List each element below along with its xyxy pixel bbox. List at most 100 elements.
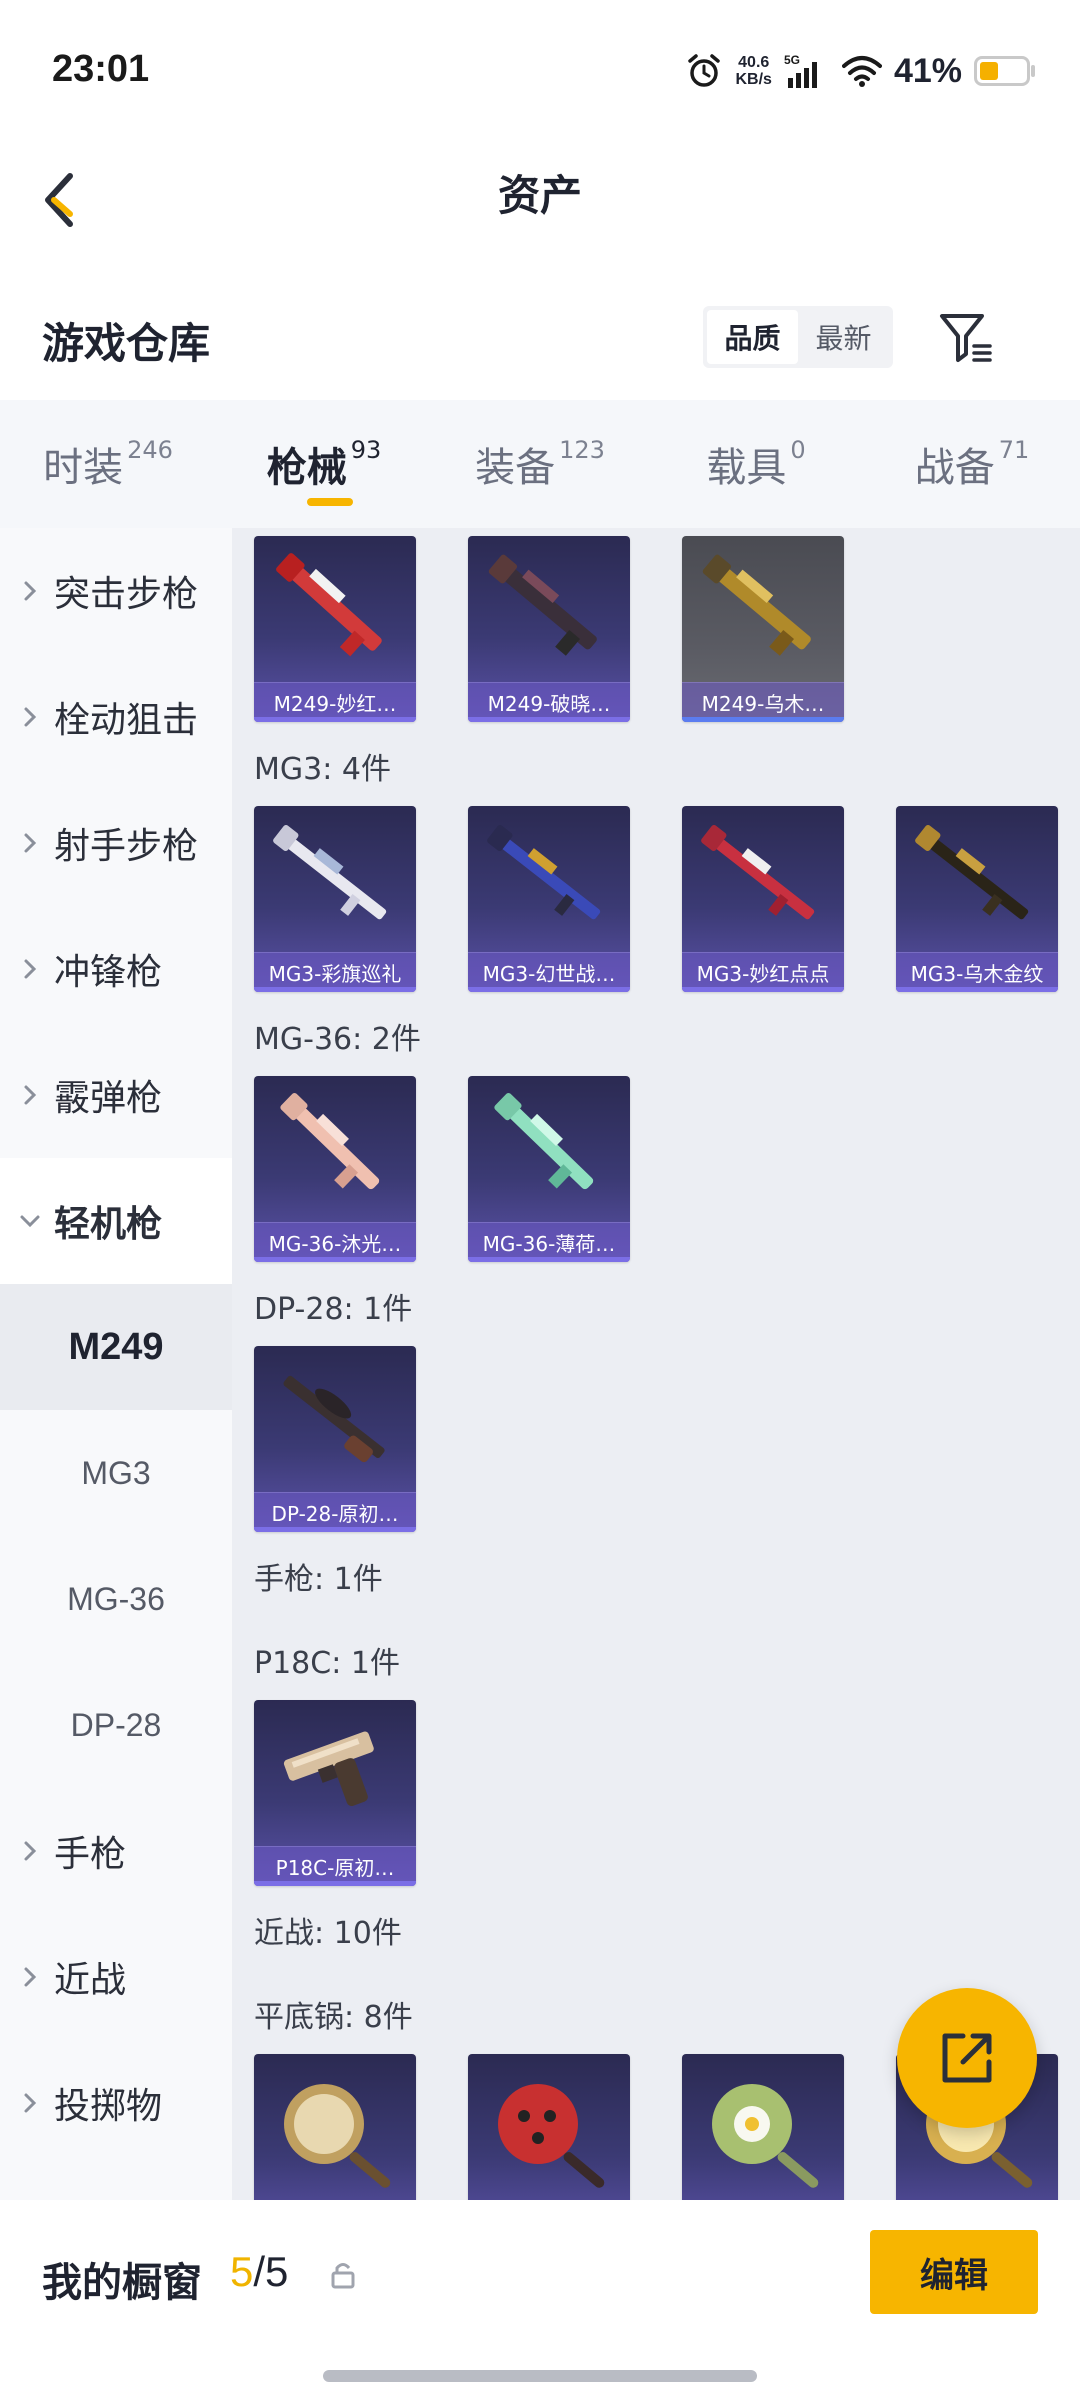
item-grid: M249-妙红… M249-破晓… M249-乌木… MG3: 4件 MG3-彩… xyxy=(232,528,1080,2200)
rarity-bar xyxy=(468,1257,630,1262)
sidebar-item-shotgun[interactable]: 霰弹枪 xyxy=(0,1032,232,1158)
item-name: M249-妙红… xyxy=(254,682,416,722)
sidebar-subitem-mg36[interactable]: MG-36 xyxy=(0,1536,232,1662)
sidebar-item-smg[interactable]: 冲锋枪 xyxy=(0,906,232,1032)
item-card[interactable]: M249-乌木… xyxy=(682,536,844,722)
tab-vehicles[interactable]: 载具 0 xyxy=(648,400,864,528)
rarity-bar xyxy=(896,987,1058,992)
sidebar-item-label: 霰弹枪 xyxy=(54,1078,163,1119)
item-name: M249-乌木… xyxy=(682,682,844,722)
tab-label: 战备 xyxy=(914,445,995,491)
pan-daisy-icon xyxy=(712,2084,819,2188)
sidebar-item-assault-rifle[interactable]: 突击步枪 xyxy=(0,528,232,654)
chevron-right-icon xyxy=(24,581,37,601)
item-card[interactable] xyxy=(468,2054,630,2200)
sort-toggle: 品质 最新 xyxy=(703,306,893,368)
chevron-right-icon xyxy=(24,707,37,727)
status-bar: 23:01 40.6 KB/s 5G 41% xyxy=(0,0,1080,140)
rarity-bar xyxy=(682,717,844,722)
mg-blue-icon xyxy=(487,825,601,920)
sidebar-subitem-m249[interactable]: M249 xyxy=(0,1284,232,1410)
item-name: P18C-原初… xyxy=(254,1846,416,1886)
tab-label: 装备 xyxy=(475,445,556,491)
rifle-peach-icon xyxy=(280,1092,380,1190)
item-card[interactable]: MG3-妙红点点 xyxy=(682,806,844,992)
header: 资产 xyxy=(0,140,1080,260)
chevron-right-icon xyxy=(24,833,37,853)
item-card[interactable]: P18C-原初… xyxy=(254,1700,416,1886)
group-label-p18c: P18C: 1件 xyxy=(254,1646,400,1681)
filter-button[interactable] xyxy=(936,308,996,368)
sidebar-item-lmg[interactable]: 轻机枪 xyxy=(0,1158,232,1284)
sidebar-subitem-mg3[interactable]: MG3 xyxy=(0,1410,232,1536)
rarity-bar xyxy=(254,1257,416,1262)
item-name: MG3-乌木金纹 xyxy=(896,952,1058,992)
item-card[interactable]: MG3-彩旗巡礼 xyxy=(254,806,416,992)
rarity-bar xyxy=(468,717,630,722)
item-name: M249-破晓… xyxy=(468,682,630,722)
pan-ladybug-icon xyxy=(498,2084,605,2188)
tab-label: 枪械 xyxy=(266,445,347,491)
item-card[interactable]: MG3-幻世战… xyxy=(468,806,630,992)
item-card[interactable]: M249-破晓… xyxy=(468,536,630,722)
tab-equipment[interactable]: 装备 123 xyxy=(432,400,648,528)
item-card[interactable] xyxy=(254,2054,416,2200)
sidebar-item-label: 栓动狙击 xyxy=(54,700,199,741)
tab-supplies[interactable]: 战备 71 xyxy=(864,400,1080,528)
battery-fill xyxy=(980,62,999,80)
warehouse-row: 游戏仓库 品质 最新 xyxy=(0,280,1080,400)
item-card[interactable]: M249-妙红… xyxy=(254,536,416,722)
tab-firearms[interactable]: 枪械 93 xyxy=(216,400,432,528)
sort-option-newest[interactable]: 最新 xyxy=(798,310,889,364)
tab-count: 246 xyxy=(127,436,173,464)
warehouse-title: 游戏仓库 xyxy=(42,319,211,368)
mg-white-icon xyxy=(273,825,387,920)
signal-icon: 5G xyxy=(784,53,817,88)
edit-button[interactable]: 编辑 xyxy=(870,2230,1038,2314)
item-name: MG3-幻世战… xyxy=(468,952,630,992)
chevron-right-icon xyxy=(24,1085,37,1105)
home-indicator[interactable] xyxy=(323,2370,757,2382)
sidebar-item-label: 射手步枪 xyxy=(54,826,199,867)
net-speed: 40.6 KB/s xyxy=(735,54,771,88)
group-label-mg3: MG3: 4件 xyxy=(254,752,391,787)
sidebar-item-throwables[interactable]: 投掷物 xyxy=(0,2040,232,2166)
rarity-bar xyxy=(468,987,630,992)
sidebar-item-melee[interactable]: 近战 xyxy=(0,1914,232,2040)
chevron-right-icon xyxy=(24,959,37,979)
item-card[interactable]: DP-28-原初… xyxy=(254,1346,416,1532)
sidebar-subitem-dp28[interactable]: DP-28 xyxy=(0,1662,232,1788)
showcase-current: 5 xyxy=(230,2248,254,2295)
item-card[interactable] xyxy=(682,2054,844,2200)
item-name: MG3-妙红点点 xyxy=(682,952,844,992)
chevron-right-icon xyxy=(24,1967,37,1987)
weapon-type-sidebar: 突击步枪 栓动狙击 射手步枪 冲锋枪 霰弹枪 轻机枪 M249 MG3 MG-3… xyxy=(0,528,232,2200)
sort-option-quality[interactable]: 品质 xyxy=(707,310,798,364)
showcase-count: 5/5 xyxy=(230,2248,288,2296)
share-fab[interactable] xyxy=(897,1988,1037,2128)
rarity-bar xyxy=(254,987,416,992)
sidebar-item-bolt-sniper[interactable]: 栓动狙击 xyxy=(0,654,232,780)
rarity-bar xyxy=(682,987,844,992)
rarity-bar xyxy=(254,717,416,722)
tab-count: 0 xyxy=(790,436,806,464)
mg-red-icon xyxy=(701,825,815,920)
network-type-label: 5G xyxy=(784,53,800,67)
chevron-down-icon xyxy=(20,1215,40,1228)
sidebar-item-pistol[interactable]: 手枪 xyxy=(0,1788,232,1914)
sidebar-item-label: 手枪 xyxy=(54,1834,127,1875)
sidebar-item-label: 投掷物 xyxy=(54,2086,163,2127)
item-card[interactable]: MG3-乌木金纹 xyxy=(896,806,1058,992)
rifle-mint-icon xyxy=(494,1092,594,1190)
rifle-gold-icon xyxy=(702,554,811,656)
item-name: MG3-彩旗巡礼 xyxy=(254,952,416,992)
active-tab-indicator xyxy=(306,498,353,506)
item-card[interactable]: MG-36-沐光… xyxy=(254,1076,416,1262)
net-speed-value: 40.6 xyxy=(738,54,770,71)
sidebar-item-marksman-rifle[interactable]: 射手步枪 xyxy=(0,780,232,906)
tab-count: 93 xyxy=(350,436,382,464)
chevron-right-icon xyxy=(24,2093,37,2113)
item-card[interactable]: MG-36-薄荷… xyxy=(468,1076,630,1262)
tab-fashion[interactable]: 时装 246 xyxy=(0,400,216,528)
rarity-bar xyxy=(254,1881,416,1886)
